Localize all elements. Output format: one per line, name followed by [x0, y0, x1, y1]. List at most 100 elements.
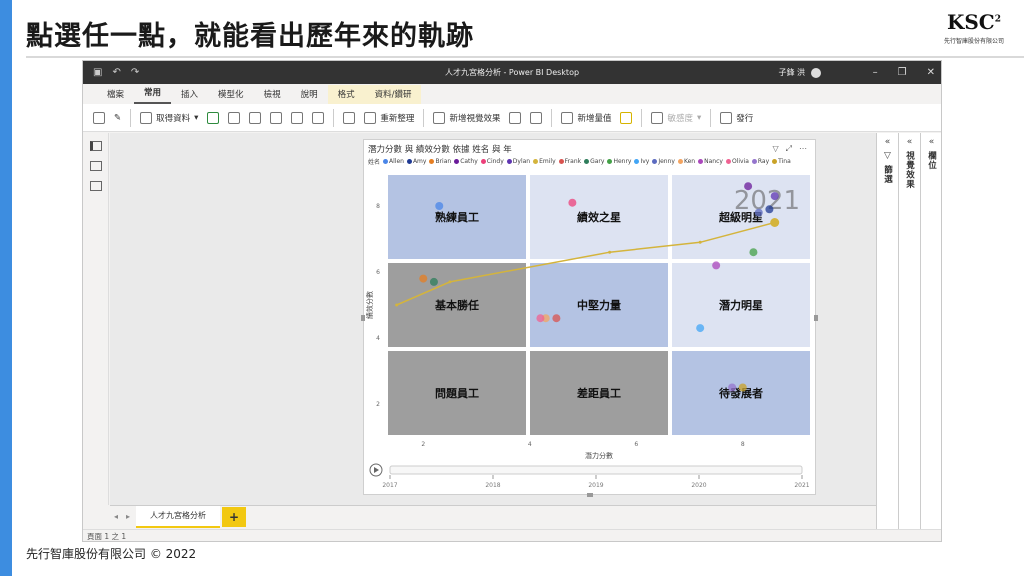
visualizations-pane[interactable]: « 視覺效果 [899, 133, 921, 533]
tab-modeling[interactable]: 模型化 [208, 85, 254, 104]
dataverse-icon[interactable] [291, 111, 304, 124]
ribbon-tabs: 檔案 常用 插入 模型化 檢視 說明 格式 資料/鑽研 [83, 84, 941, 104]
format-painter-icon[interactable]: ✎ [114, 113, 121, 123]
tab-help[interactable]: 說明 [291, 85, 328, 104]
nine-box-label: 問題員工 [435, 387, 479, 400]
data-point [536, 314, 545, 323]
data-point [738, 383, 747, 392]
publish-icon [720, 111, 733, 124]
minimize-icon[interactable]: – [873, 67, 878, 78]
report-view-icon[interactable] [89, 141, 102, 151]
slide-footer: 先行智庫股份有限公司 © 2022 [26, 547, 197, 561]
nine-box-label: 基本勝任 [434, 298, 479, 312]
database-icon [140, 111, 153, 124]
scatter-chart[interactable]: 熟練員工 績效之星 超級明星基本勝任 中堅力量 潛力明星問題員工 差距員工 待發展者2021… [364, 140, 817, 496]
add-page-button[interactable]: + [222, 507, 246, 527]
tab-home[interactable]: 常用 [134, 83, 172, 104]
sensitivity-button[interactable]: 敏感度 ▾ [651, 111, 701, 124]
publish-button[interactable]: 發行 [720, 111, 754, 124]
restore-icon[interactable]: ❐ [898, 67, 907, 78]
user-name: 子鋒 洪 [778, 68, 805, 77]
undo-icon[interactable]: ↶ [112, 67, 120, 78]
company-logo: KSC2 先行智庫股份有限公司 [944, 10, 1004, 45]
refresh-icon [364, 111, 377, 124]
redo-icon[interactable]: ↷ [131, 67, 139, 78]
save-icon[interactable]: ▣ [93, 67, 102, 78]
y-tick-label: 4 [376, 335, 380, 342]
tab-view[interactable]: 檢視 [254, 85, 291, 104]
scatter-visual[interactable]: 潛力分數 與 績效分數 依據 姓名 與 年 ▽ ⤢ ⋯ 姓名 Allen Amy B… [361, 139, 818, 497]
enter-data-icon[interactable] [270, 111, 283, 124]
data-point [419, 274, 428, 283]
refresh-button[interactable]: 重新整理 [364, 111, 414, 124]
excel-icon[interactable] [207, 111, 220, 124]
tab-data-drill[interactable]: 資料/鑽研 [364, 85, 422, 104]
chart-icon [433, 111, 446, 124]
nine-box-label: 中堅力量 [577, 298, 621, 312]
ribbon-divider [130, 108, 132, 127]
trail-point [395, 303, 399, 307]
new-visual-button[interactable]: 新增視覺效果 [433, 111, 500, 124]
ribbon-divider [641, 108, 643, 127]
x-tick-label: 4 [528, 441, 532, 448]
play-axis-year: 2018 [485, 482, 500, 489]
quick-measure-icon[interactable] [620, 111, 633, 124]
close-icon[interactable]: ✕ [927, 67, 935, 78]
page-nav-arrows[interactable]: ◂▸ [114, 512, 138, 521]
page-tabs: ◂▸ 人才九宮格分析 + [110, 505, 876, 529]
sensitivity-label: 敏感度 [667, 113, 693, 124]
dataset-icon[interactable] [228, 111, 241, 124]
text-box-icon[interactable] [509, 111, 522, 124]
user-account[interactable]: 子鋒 洪 [778, 67, 821, 78]
data-point [744, 182, 753, 191]
trail-point [698, 240, 702, 244]
paste-icon[interactable] [93, 111, 105, 124]
fields-pane[interactable]: « 欄位 [921, 133, 941, 533]
quick-access-toolbar: ▣ ↶ ↷ [83, 67, 139, 78]
get-data-label: 取得資料 [156, 113, 191, 124]
x-tick-label: 6 [634, 441, 638, 448]
collapse-icon[interactable]: « [929, 137, 935, 147]
data-point [712, 261, 721, 270]
nine-box-label: 潛力明星 [719, 298, 763, 312]
data-point [696, 324, 705, 333]
resize-handle[interactable] [361, 315, 365, 321]
nine-box-label: 績效之星 [577, 210, 621, 224]
recent-sources-icon[interactable] [312, 111, 325, 124]
play-icon [374, 467, 379, 473]
slide-title: 點選任一點，就能看出歷年來的軌跡 [26, 21, 474, 52]
trail-point [608, 250, 612, 254]
model-view-icon[interactable] [89, 181, 102, 191]
collapse-icon[interactable]: « [885, 137, 891, 147]
tab-format[interactable]: 格式 [327, 85, 365, 104]
title-divider [26, 56, 1024, 58]
fields-pane-label: 欄位 [926, 151, 937, 170]
page-tab[interactable]: 人才九宮格分析 [136, 506, 220, 528]
y-tick-label: 2 [376, 401, 380, 408]
resize-handle[interactable] [587, 493, 593, 497]
x-tick-label: 8 [741, 441, 745, 448]
logo-subtitle: 先行智庫股份有限公司 [943, 38, 1004, 45]
new-measure-button[interactable]: 新增量值 [561, 111, 611, 124]
tab-file[interactable]: 檔案 [97, 85, 134, 104]
y-tick-label: 8 [376, 203, 380, 210]
slide-accent-bar [0, 0, 12, 576]
filters-pane[interactable]: « ▽ 篩選 [877, 133, 899, 533]
trail-point [448, 280, 452, 284]
play-axis-year: 2019 [588, 482, 603, 489]
tab-insert[interactable]: 插入 [171, 85, 208, 104]
data-point [749, 248, 758, 257]
publish-label: 發行 [736, 113, 754, 124]
shield-icon [651, 111, 664, 124]
play-axis-track [389, 465, 803, 475]
collapse-icon[interactable]: « [907, 137, 913, 147]
play-axis-year: 2017 [382, 482, 397, 489]
sql-server-icon[interactable] [249, 111, 262, 124]
transform-data-icon[interactable] [343, 111, 356, 124]
data-point [435, 202, 444, 210]
play-axis-year: 2021 [794, 482, 809, 489]
data-view-icon[interactable] [89, 161, 102, 171]
get-data-button[interactable]: 取得資料 ▾ [140, 111, 198, 124]
resize-handle[interactable] [814, 315, 818, 321]
more-visuals-icon[interactable] [530, 111, 543, 124]
